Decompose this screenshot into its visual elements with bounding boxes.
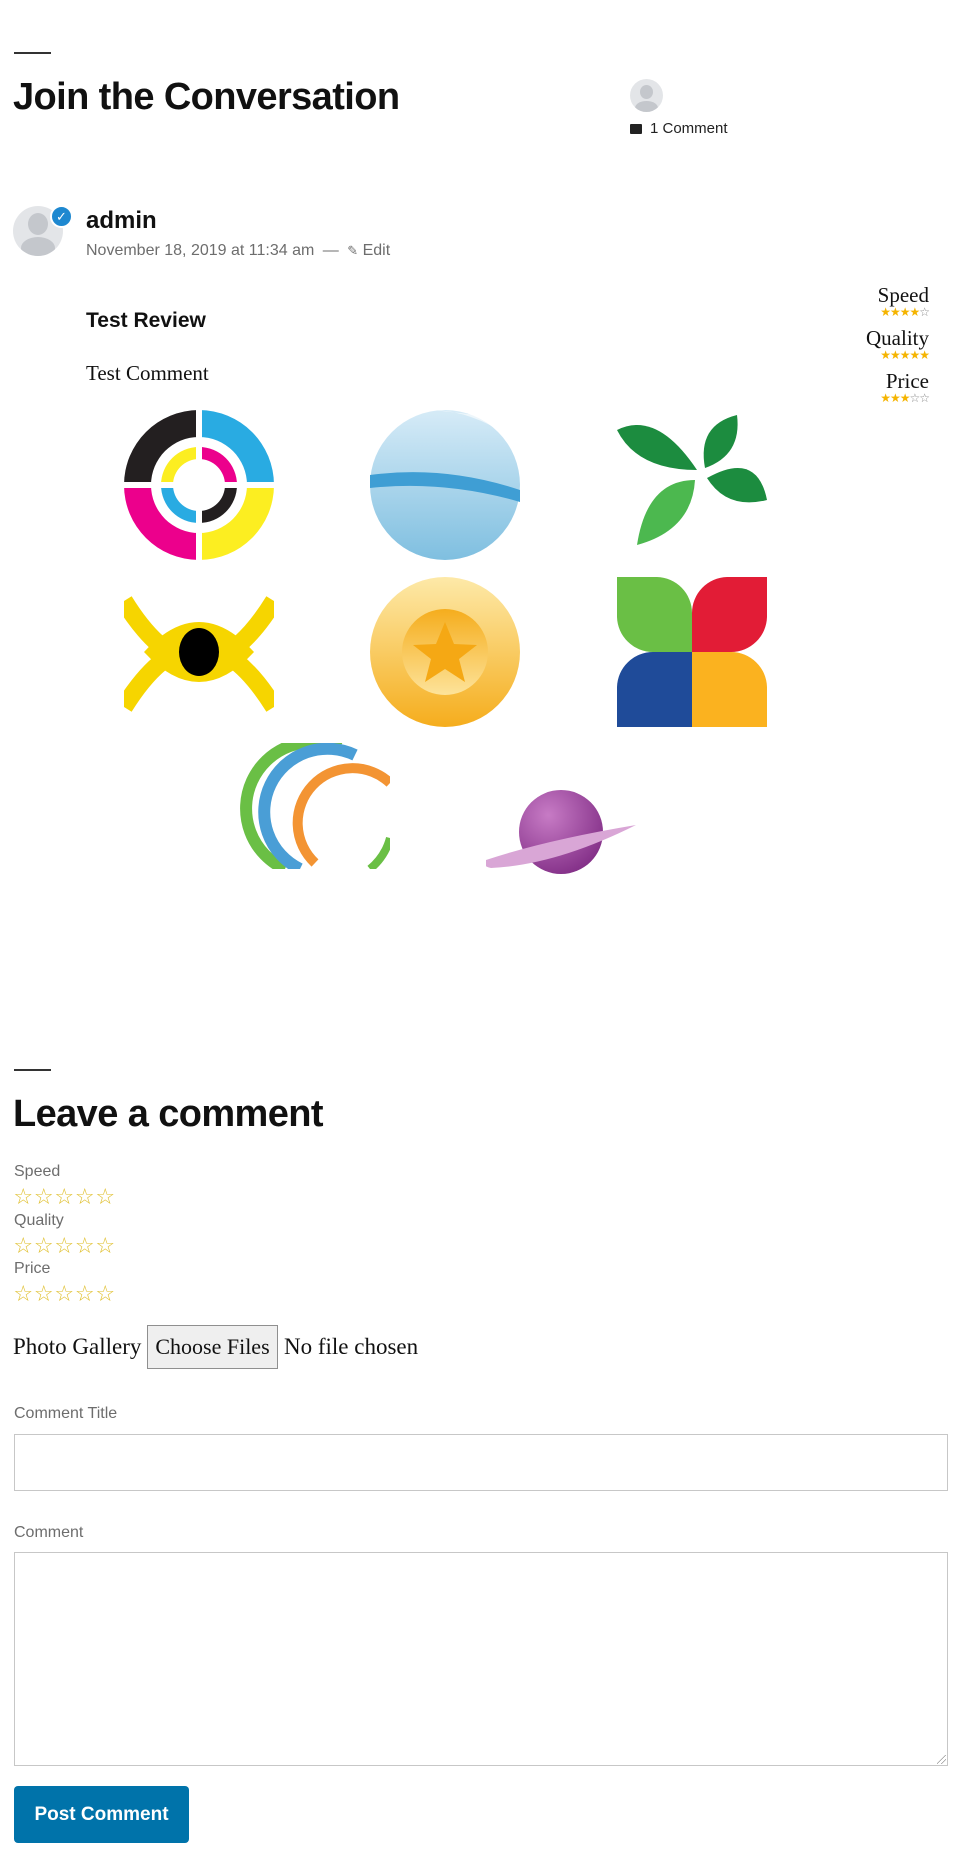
meta-separator: — [322, 242, 339, 259]
green-leaves-logo-icon[interactable] [617, 410, 767, 560]
comment-label: Comment [14, 1524, 84, 1541]
conversation-heading: Join the Conversation [13, 76, 400, 118]
star-icon[interactable]: ☆ [34, 1186, 55, 1208]
price-star-input[interactable]: ☆☆☆☆☆ [13, 1283, 116, 1305]
verified-check-icon: ✓ [50, 205, 73, 228]
comment-count-label: 1 Comment [650, 120, 728, 137]
section-divider [14, 1069, 51, 1071]
price-label: Price [14, 1260, 51, 1277]
star-icon[interactable]: ☆ [75, 1283, 96, 1305]
arcs-logo-icon[interactable] [240, 743, 390, 869]
star-icon[interactable]: ☆ [13, 1283, 34, 1305]
star-icon[interactable]: ☆ [75, 1186, 96, 1208]
star-icon[interactable]: ☆ [95, 1283, 116, 1305]
speed-star-input[interactable]: ☆☆☆☆☆ [13, 1186, 116, 1208]
choose-files-button[interactable]: Choose Files [147, 1325, 278, 1369]
star-rating-icons: ★★★★☆ [880, 305, 930, 319]
comment-date[interactable]: November 18, 2019 at 11:34 am [86, 242, 314, 259]
star-rating-icons: ★★★★★ [880, 348, 930, 362]
rating-speed: Speed ★★★★☆ [877, 283, 930, 319]
section-divider [14, 52, 51, 54]
rating-label: Speed [877, 283, 929, 307]
speed-label: Speed [14, 1163, 61, 1180]
post-comment-button[interactable]: Post Comment [14, 1786, 189, 1843]
cmyk-target-logo-icon[interactable] [124, 410, 274, 560]
quality-star-input[interactable]: ☆☆☆☆☆ [13, 1235, 116, 1257]
star-icon[interactable]: ☆ [75, 1235, 96, 1257]
comment-textarea[interactable] [14, 1552, 948, 1766]
resize-handle[interactable] [937, 1755, 946, 1764]
photo-gallery-label: Photo Gallery [13, 1334, 142, 1359]
comment-title-label: Comment Title [14, 1405, 118, 1422]
edit-label: Edit [362, 242, 391, 259]
commenter-avatar [630, 79, 663, 112]
form-heading: Leave a comment [13, 1093, 324, 1135]
star-icon[interactable]: ☆ [95, 1186, 116, 1208]
yellow-eye-logo-icon[interactable] [124, 577, 274, 727]
star-icon[interactable]: ☆ [54, 1283, 75, 1305]
star-icon[interactable]: ☆ [13, 1186, 34, 1208]
gold-star-coin-logo-icon[interactable] [370, 577, 520, 727]
star-icon[interactable]: ☆ [54, 1235, 75, 1257]
comment-meta: November 18, 2019 at 11:34 am — ✎ Edit [86, 242, 390, 260]
star-rating-icons: ★★★☆☆ [880, 391, 930, 405]
comment-title-input[interactable] [14, 1434, 948, 1491]
star-icon[interactable]: ☆ [34, 1235, 55, 1257]
planet-logo-icon[interactable] [486, 760, 636, 910]
four-petal-logo-icon[interactable] [617, 577, 767, 727]
rating-label: Price [885, 369, 929, 393]
quality-label: Quality [14, 1212, 64, 1229]
blue-globe-logo-icon[interactable] [370, 410, 520, 560]
review-title: Test Review [86, 309, 206, 332]
pencil-icon: ✎ [347, 243, 359, 258]
star-icon[interactable]: ☆ [95, 1235, 116, 1257]
rating-quality: Quality ★★★★★ [866, 326, 930, 362]
comment-count[interactable]: 1 Comment [630, 120, 728, 137]
star-icon[interactable]: ☆ [34, 1283, 55, 1305]
review-text: Test Comment [86, 361, 209, 385]
rating-price: Price ★★★☆☆ [880, 369, 930, 405]
edit-link[interactable]: ✎ Edit [347, 242, 390, 259]
comment-bubble-icon [630, 124, 642, 134]
file-status: No file chosen [284, 1334, 419, 1359]
rating-label: Quality [866, 326, 929, 350]
star-icon[interactable]: ☆ [13, 1235, 34, 1257]
comment-author[interactable]: admin [86, 207, 157, 235]
star-icon[interactable]: ☆ [54, 1186, 75, 1208]
